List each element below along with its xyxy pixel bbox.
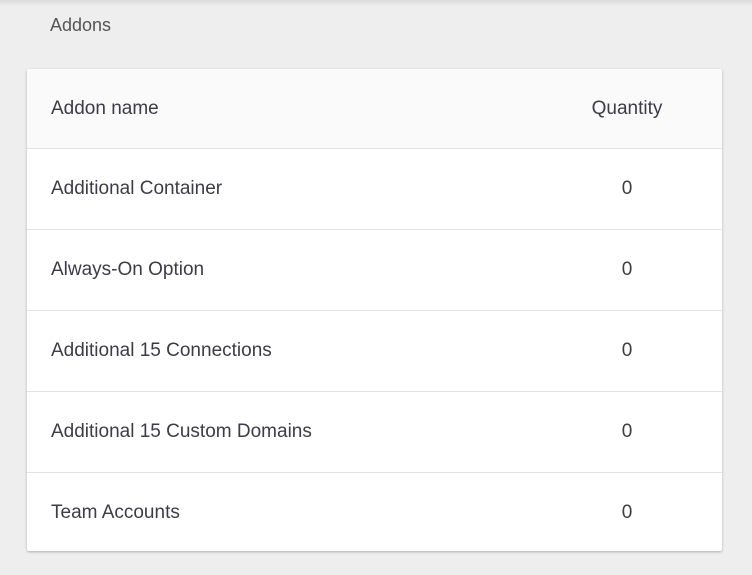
addon-name-cell: Always-On Option <box>27 229 532 311</box>
addon-quantity-cell: 0 <box>532 229 722 311</box>
top-shadow <box>0 0 752 6</box>
addons-card: Addon name Quantity Additional Container… <box>27 69 722 551</box>
addon-quantity-cell: 0 <box>532 310 722 392</box>
addon-quantity-cell: 0 <box>532 148 722 230</box>
addon-name-cell: Additional 15 Connections <box>27 310 532 392</box>
addon-name-cell: Team Accounts <box>51 502 180 523</box>
column-header-addon-name: Addon name <box>27 69 532 149</box>
addons-table: Addon name Quantity Additional Container… <box>27 69 722 551</box>
table-body: Additional Container 0 Always-On Option … <box>27 148 722 552</box>
addon-name-cell: Additional Container <box>27 148 532 230</box>
table-row: Additional 15 Custom Domains 0 <box>27 391 722 473</box>
addon-name-cell: Additional 15 Custom Domains <box>27 391 532 473</box>
table-header-row: Addon name Quantity <box>27 69 722 149</box>
table-row: Additional 15 Connections 0 <box>27 310 722 392</box>
section-title: Addons <box>50 15 112 35</box>
table-row: Always-On Option 0 <box>27 229 722 311</box>
table-row: Team Accounts 0 <box>27 473 722 552</box>
table-header: Addon name Quantity <box>27 69 722 149</box>
table-row: Additional Container 0 <box>27 148 722 230</box>
column-header-quantity: Quantity <box>532 69 722 149</box>
addon-quantity-cell: 0 <box>621 502 633 523</box>
addon-quantity-cell: 0 <box>532 391 722 473</box>
